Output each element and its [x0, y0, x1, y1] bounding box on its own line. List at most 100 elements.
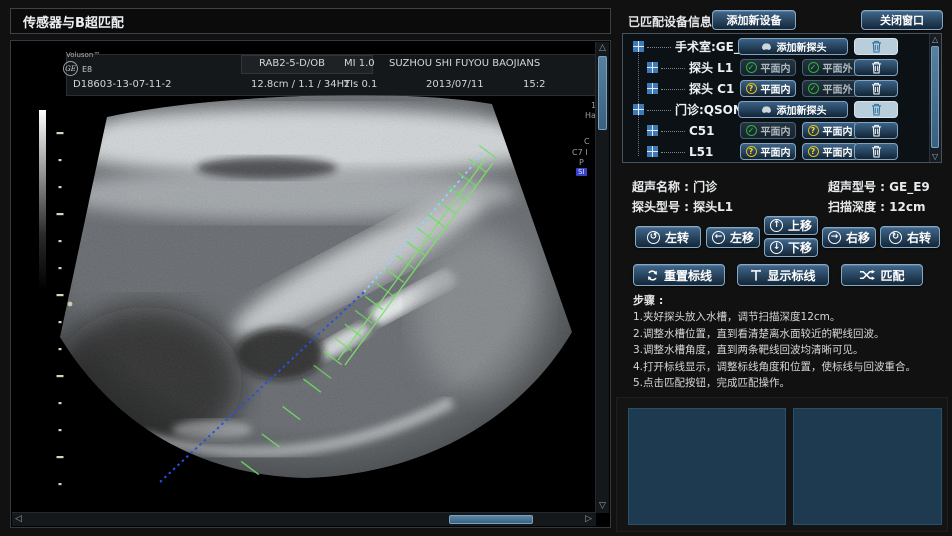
probe-icon — [760, 105, 773, 114]
brand-logo-text: Voluson™ — [66, 51, 100, 59]
delete-device-button[interactable] — [854, 38, 898, 55]
probe-tree-row[interactable]: C51 ✓ 平面内 ? 平面内 — [623, 122, 929, 139]
move-left-label: 左移 — [730, 229, 754, 246]
mi-value: MI 1.0 — [344, 58, 375, 69]
steps-title: 步骤 : — [633, 293, 941, 309]
step-line: 5.点击匹配按钮，完成匹配操作。 — [633, 375, 941, 392]
arrow-left-icon: ← — [712, 231, 725, 244]
device-tree-row[interactable]: 门诊:QSONO_Q6 添加新探头 — [623, 101, 929, 118]
vertical-scroll-thumb[interactable] — [598, 56, 607, 130]
arrow-down-icon: ↓ — [770, 241, 783, 254]
horizontal-scrollbar[interactable]: ◁ ▷ — [12, 512, 596, 526]
plane-button-label: 平面外 — [823, 81, 853, 96]
scroll-down-icon[interactable]: ▽ — [599, 502, 606, 511]
ultrasound-model-label: 超声型号 : GE_E9 — [828, 178, 930, 195]
tree-node-icon[interactable] — [647, 83, 658, 94]
plane-button-label: 平面内 — [761, 60, 791, 75]
tree-connector — [647, 47, 671, 48]
delete-probe-button[interactable] — [854, 143, 898, 160]
out-plane-button[interactable]: ? 平面内 — [802, 122, 858, 139]
trash-icon — [871, 145, 882, 158]
delete-device-button[interactable] — [854, 101, 898, 118]
step-line: 3.调整水槽角度，直到两条靶线回波均清晰可见。 — [633, 342, 941, 359]
probe-tree-row[interactable]: 探头 C1 ? 平面内 ✓ 平面外 — [623, 80, 929, 97]
window-title-bar: 传感器与B超匹配 — [10, 8, 611, 34]
tree-node-icon[interactable] — [633, 104, 644, 115]
tree-node-icon[interactable] — [647, 125, 658, 136]
tree-scroll-thumb[interactable] — [931, 46, 939, 148]
rotate-right-label: 右转 — [907, 229, 931, 246]
horizontal-scroll-thumb[interactable] — [449, 515, 533, 524]
tree-node-icon[interactable] — [633, 41, 644, 52]
plane-state-icon: ✓ — [808, 83, 819, 94]
rotate-right-button[interactable]: ↻ 右转 — [880, 226, 940, 248]
plane-button-label: 平面内 — [823, 144, 853, 159]
rotate-left-button[interactable]: ↺ 左转 — [635, 226, 701, 248]
reset-line-label: 重置标线 — [664, 267, 712, 284]
close-window-button[interactable]: 关闭窗口 — [861, 10, 943, 30]
tree-scroll-down-icon[interactable]: ▽ — [932, 152, 938, 161]
device-tree-row[interactable]: 手术室:GE_E9 添加新探头 — [623, 38, 929, 55]
preview-panel-left — [628, 408, 786, 525]
probe-label: L51 — [689, 145, 713, 159]
trash-icon — [871, 124, 882, 137]
delete-probe-button[interactable] — [854, 122, 898, 139]
tree-scroll-up-icon[interactable]: △ — [932, 35, 938, 44]
add-probe-label: 添加新探头 — [777, 39, 827, 54]
preview-panel-right — [793, 408, 942, 525]
exam-date: 2013/07/11 — [426, 79, 484, 90]
page-title: 传感器与B超匹配 — [23, 12, 124, 31]
ultrasound-header: Voluson™ GE E8 RAB2-5-D/OB MI 1.0 SUZHOU… — [11, 41, 596, 101]
plane-button-label: 平面外 — [823, 60, 853, 75]
plane-state-icon: ? — [746, 83, 757, 94]
add-probe-button[interactable]: 添加新探头 — [738, 101, 848, 118]
vertical-scrollbar[interactable]: △ ▽ — [595, 42, 609, 513]
plane-button-label: 平面内 — [761, 81, 791, 96]
tree-node-icon[interactable] — [647, 146, 658, 157]
in-plane-button[interactable]: ✓ 平面内 — [740, 59, 796, 76]
device-tree-panel: 手术室:GE_E9 添加新探头 探头 L1 ✓ 平面内 ✓ 平面外 — [622, 33, 942, 163]
probe-label: C51 — [689, 124, 715, 138]
rotate-left-icon: ↺ — [647, 231, 660, 244]
delete-probe-button[interactable] — [854, 80, 898, 97]
reset-line-button[interactable]: 重置标线 — [633, 264, 725, 286]
delete-probe-button[interactable] — [854, 59, 898, 76]
out-plane-button[interactable]: ✓ 平面外 — [802, 59, 858, 76]
out-plane-button[interactable]: ✓ 平面外 — [802, 80, 858, 97]
plane-state-icon: ✓ — [746, 125, 757, 136]
marker-line-icon — [750, 269, 762, 282]
move-down-button[interactable]: ↓ 下移 — [764, 238, 818, 257]
show-line-button[interactable]: 显示标线 — [737, 264, 829, 286]
scroll-right-icon[interactable]: ▷ — [585, 515, 592, 524]
tree-node-icon[interactable] — [647, 62, 658, 73]
scroll-up-icon[interactable]: △ — [599, 44, 606, 53]
shuffle-icon — [859, 269, 875, 281]
ge-logo: GE — [63, 61, 78, 76]
add-probe-label: 添加新探头 — [777, 102, 827, 117]
add-probe-button[interactable]: 添加新探头 — [738, 38, 848, 55]
probe-tree-row[interactable]: 探头 L1 ✓ 平面内 ✓ 平面外 — [623, 59, 929, 76]
match-button[interactable]: 匹配 — [841, 264, 923, 286]
probe-tree-row[interactable]: L51 ? 平面内 ? 平面内 — [623, 143, 929, 160]
in-plane-button[interactable]: ✓ 平面内 — [740, 122, 796, 139]
move-right-button[interactable]: → 右移 — [822, 227, 876, 248]
in-plane-button[interactable]: ? 平面内 — [740, 143, 796, 160]
move-down-label: 下移 — [788, 239, 812, 256]
out-plane-button[interactable]: ? 平面内 — [802, 143, 858, 160]
in-plane-button[interactable]: ? 平面内 — [740, 80, 796, 97]
matched-devices-title: 已匹配设备信息 : — [628, 13, 721, 30]
plane-state-icon: ? — [808, 146, 819, 157]
arrow-up-icon: ↑ — [770, 219, 783, 232]
add-device-button[interactable]: 添加新设备 — [712, 10, 796, 30]
tree-scrollbar[interactable]: △ ▽ — [929, 34, 941, 162]
match-label: 匹配 — [880, 267, 904, 284]
scroll-left-icon[interactable]: ◁ — [15, 515, 22, 524]
rotate-right-icon: ↻ — [889, 231, 902, 244]
probe-label: 探头 L1 — [689, 59, 733, 76]
depth-frequency: 12.8cm / 1.1 / 34Hz — [251, 79, 349, 90]
trash-icon — [871, 61, 882, 74]
move-left-button[interactable]: ← 左移 — [706, 227, 760, 248]
probe-icon — [760, 42, 773, 51]
ultrasound-viewport: Voluson™ GE E8 RAB2-5-D/OB MI 1.0 SUZHOU… — [10, 40, 611, 528]
move-up-button[interactable]: ↑ 上移 — [764, 216, 818, 235]
